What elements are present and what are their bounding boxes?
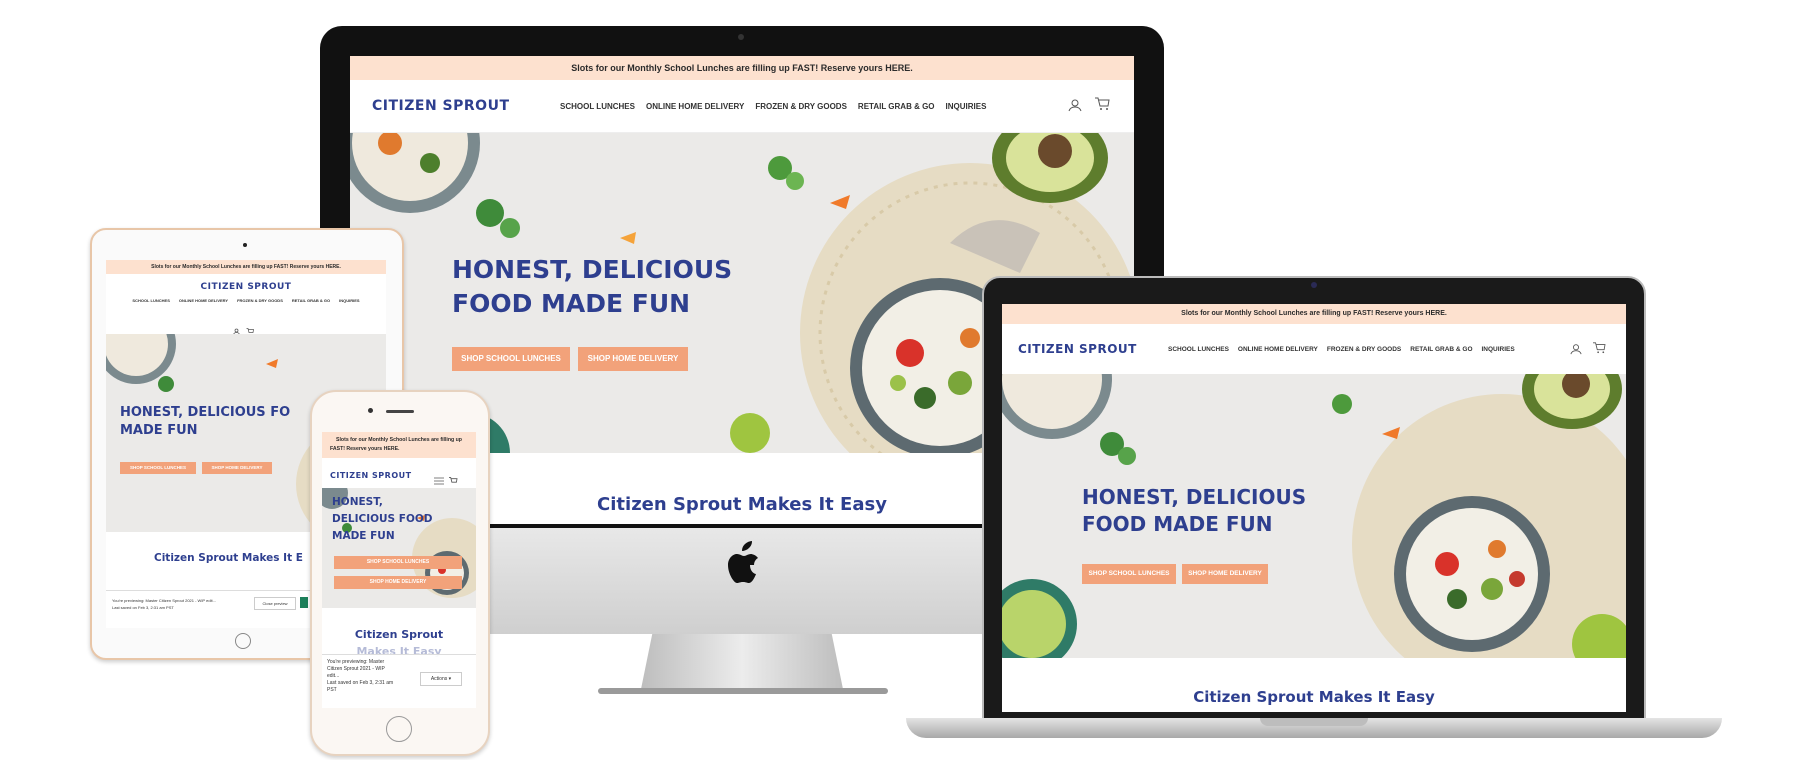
nav-school-lunches[interactable]: SCHOOL LUNCHES <box>560 102 635 111</box>
menu-icon[interactable] <box>434 472 444 485</box>
site-logo[interactable]: CITIZEN SPROUT <box>372 98 510 114</box>
preview-info-line-2: Last saved on Feb 3, 2:31 am PST <box>112 605 174 610</box>
hero-line-2: FOOD MADE FUN <box>452 288 691 318</box>
header: CITIZEN SPROUT SCHOOL LUNCHES ONLINE HOM… <box>350 80 1134 133</box>
nav-inquiries[interactable]: INQUIRIES <box>1482 346 1515 353</box>
banner-text: Slots for our Monthly School Lunches are… <box>571 63 913 73</box>
nav-frozen-dry-goods[interactable]: FROZEN & DRY GOODS <box>1327 346 1401 353</box>
laptop-camera <box>1311 282 1317 288</box>
phone-screen: Slots for our Monthly School Lunches are… <box>322 432 476 708</box>
hero-line-2: DELICIOUS FOOD <box>332 513 433 525</box>
banner-line-1: Slots for our Monthly School Lunches are… <box>336 437 462 443</box>
shop-school-lunches-button[interactable]: SHOP SCHOOL LUNCHES <box>120 462 196 474</box>
nav-school-lunches[interactable]: SCHOOL LUNCHES <box>1168 346 1229 353</box>
nav-frozen-dry-goods[interactable]: FROZEN & DRY GOODS <box>755 102 847 111</box>
phone-speaker <box>386 410 414 413</box>
site-logo[interactable]: CITIZEN SPROUT <box>330 471 412 480</box>
announcement-banner[interactable]: Slots for our Monthly School Lunches are… <box>106 260 386 274</box>
preview-info-line-3: edit... <box>327 673 340 679</box>
banner-text: Slots for our Monthly School Lunches are… <box>151 264 341 270</box>
nav-retail-grab-go[interactable]: RETAIL GRAB & GO <box>858 102 935 111</box>
preview-bar: You're previewing: Master Citizen Sprout… <box>322 654 476 708</box>
preview-info-line-1: You're previewing: Master Citizen Sprout… <box>112 598 216 603</box>
hero-line-2: MADE FUN <box>120 422 198 438</box>
nav-retail-grab-go[interactable]: RETAIL GRAB & GO <box>1410 346 1472 353</box>
phone-home-button[interactable] <box>386 716 412 742</box>
preview-info: You're previewing: Master Citizen Sprout… <box>327 659 393 694</box>
nav-inquiries[interactable]: INQUIRIES <box>946 102 987 111</box>
account-icon[interactable] <box>1068 98 1082 112</box>
section-heading: Citizen Sprout Makes It E <box>154 552 303 564</box>
announcement-banner[interactable]: Slots for our Monthly School Lunches are… <box>322 432 476 458</box>
hero-line-1: HONEST, DELICIOUS <box>452 255 733 284</box>
hero-line-1: HONEST, <box>332 496 383 508</box>
hero-heading: HONEST, DELICIOUS FOOD MADE FUN <box>1082 484 1306 538</box>
header: CITIZEN SPROUT SCHOOL LUNCHES ONLINE HOM… <box>1002 324 1626 375</box>
preview-info-line-5: PST <box>327 687 337 693</box>
hero-line-1: HONEST, DELICIOUS FO <box>120 405 291 420</box>
phone-camera <box>368 408 373 413</box>
hero-banner: HONEST, DELICIOUS FOOD MADE FUN SHOP SCH… <box>1002 374 1626 658</box>
banner-text: Slots for our Monthly School Lunches are… <box>1181 310 1447 317</box>
announcement-banner[interactable]: Slots for our Monthly School Lunches are… <box>1002 304 1626 324</box>
imac-stand <box>640 634 844 694</box>
preview-info-line-4: Last saved on Feb 3, 2:31 am <box>327 680 394 686</box>
cart-icon[interactable] <box>1094 97 1110 111</box>
laptop-screen: Slots for our Monthly School Lunches are… <box>1002 304 1626 712</box>
main-nav: SCHOOL LUNCHES ONLINE HOME DELIVERY FROZ… <box>560 102 986 111</box>
hero-line-1: HONEST, DELICIOUS <box>1082 485 1307 509</box>
main-nav: SCHOOL LUNCHES ONLINE HOME DELIVERY FROZ… <box>120 298 372 303</box>
shop-school-lunches-button[interactable]: SHOP SCHOOL LUNCHES <box>1082 564 1176 584</box>
nav-school-lunches[interactable]: SCHOOL LUNCHES <box>132 298 169 303</box>
shop-home-delivery-button[interactable]: SHOP HOME DELIVERY <box>202 462 272 474</box>
actions-button[interactable] <box>300 597 308 608</box>
shop-home-delivery-button[interactable]: SHOP HOME DELIVERY <box>334 576 462 589</box>
imac-stand-foot <box>598 688 888 694</box>
hero-heading: HONEST, DELICIOUS FO MADE FUN <box>120 404 290 439</box>
preview-info-line-2: Citizen Sprout 2021 - WIP <box>327 666 385 672</box>
phone-device: Slots for our Monthly School Lunches are… <box>310 390 490 756</box>
hero-banner: HONEST, DELICIOUS FOOD MADE FUN SHOP SCH… <box>322 488 476 608</box>
nav-online-home-delivery[interactable]: ONLINE HOME DELIVERY <box>646 102 744 111</box>
nav-frozen-dry-goods[interactable]: FROZEN & DRY GOODS <box>237 298 283 303</box>
cart-icon[interactable] <box>246 322 254 333</box>
cart-icon[interactable] <box>448 472 458 483</box>
laptop-device: Slots for our Monthly School Lunches are… <box>906 276 1722 746</box>
hero-heading: HONEST, DELICIOUS FOOD MADE FUN <box>332 494 433 545</box>
section-heading: Citizen Sprout Makes It Easy <box>1193 688 1435 706</box>
nav-online-home-delivery[interactable]: ONLINE HOME DELIVERY <box>1238 346 1318 353</box>
apple-logo-icon <box>722 540 762 586</box>
account-icon[interactable] <box>233 322 240 335</box>
nav-online-home-delivery[interactable]: ONLINE HOME DELIVERY <box>179 298 228 303</box>
tablet-home-button[interactable] <box>235 633 251 649</box>
nav-retail-grab-go[interactable]: RETAIL GRAB & GO <box>292 298 330 303</box>
site-logo[interactable]: CITIZEN SPROUT <box>1018 342 1137 356</box>
tablet-camera <box>243 243 247 247</box>
imac-camera <box>738 34 744 40</box>
laptop-notch <box>1260 718 1368 726</box>
section-line-1: Citizen Sprout <box>354 628 444 641</box>
close-preview-button[interactable]: Close preview <box>254 597 296 610</box>
shop-home-delivery-button[interactable]: SHOP HOME DELIVERY <box>1182 564 1268 584</box>
account-icon[interactable] <box>1570 342 1582 355</box>
announcement-banner[interactable]: Slots for our Monthly School Lunches are… <box>350 56 1134 80</box>
actions-button[interactable]: Actions ▾ <box>420 672 462 686</box>
main-nav: SCHOOL LUNCHES ONLINE HOME DELIVERY FROZ… <box>1168 346 1515 353</box>
shop-school-lunches-button[interactable]: SHOP SCHOOL LUNCHES <box>334 556 462 569</box>
nav-inquiries[interactable]: INQUIRIES <box>339 298 359 303</box>
hero-heading: HONEST, DELICIOUS FOOD MADE FUN <box>452 253 732 321</box>
hero-line-2: FOOD MADE FUN <box>1082 512 1273 536</box>
banner-line-2: FAST! Reserve yours HERE. <box>330 446 400 452</box>
preview-info-line-1: You're previewing: Master <box>327 659 385 665</box>
site-logo[interactable]: CITIZEN SPROUT <box>106 282 386 292</box>
shop-home-delivery-button[interactable]: SHOP HOME DELIVERY <box>578 347 688 371</box>
shop-school-lunches-button[interactable]: SHOP SCHOOL LUNCHES <box>452 347 570 371</box>
hero-line-3: MADE FUN <box>332 530 395 542</box>
cart-icon[interactable] <box>1592 341 1606 354</box>
